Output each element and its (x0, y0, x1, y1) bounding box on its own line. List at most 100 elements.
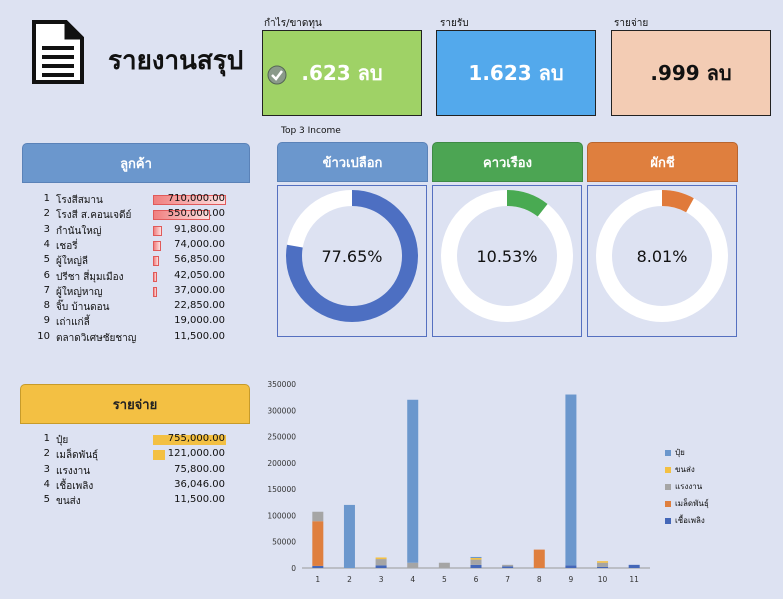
customer-value: 710,000.00 (167, 193, 225, 204)
bar-segment (565, 565, 577, 568)
legend-swatch (665, 500, 671, 507)
x-tick-label: 9 (569, 575, 574, 584)
top3-title: Top 3 Income (281, 126, 341, 136)
legend-label: เมล็ดพันธุ์ (675, 499, 709, 508)
customers-title: ลูกค้า (120, 156, 152, 172)
legend-item: แรงงาน (665, 478, 709, 495)
bar-segment (312, 565, 324, 568)
x-tick-label: 11 (629, 575, 639, 584)
expense-value: .999 ลบ (650, 61, 732, 85)
expense-rank: 2 (43, 448, 50, 460)
donut-panel-1: 77.65% (277, 185, 427, 337)
expenses-header: รายจ่าย (20, 384, 250, 424)
customer-row: 1 โรงสีสมาน 710,000.00 (28, 193, 228, 208)
customer-value: 11,500.00 (174, 330, 225, 342)
y-tick-label: 0 (291, 564, 296, 573)
expense-rank: 4 (43, 478, 50, 490)
legend-swatch (665, 517, 671, 524)
legend-item: เชื้อเพลิง (665, 512, 709, 529)
customer-name: โรงสีสมาน (56, 195, 103, 206)
customer-name: ผู้ใหญ่หาญ (56, 286, 103, 298)
report-title: รายงานสรุป (108, 46, 244, 76)
x-tick-label: 5 (442, 575, 447, 584)
bar-segment (343, 504, 355, 568)
customer-value: 37,000.00 (174, 284, 225, 296)
customer-row: 6 ปรีชา สี่มุมเมือง 42,050.00 (28, 270, 228, 285)
document-icon (32, 20, 84, 84)
top3-header-1: ข้าวเปลือก (277, 142, 428, 182)
legend-label: ปุ๋ย (675, 448, 685, 457)
x-tick-label: 6 (474, 575, 479, 584)
legend-swatch (665, 466, 671, 473)
expense-card: .999 ลบ (611, 30, 771, 116)
expense-name: เชื้อเพลิง (56, 480, 94, 492)
customer-rank: 2 (43, 208, 50, 220)
x-tick-label: 3 (379, 575, 384, 584)
legend-item: ขนส่ง (665, 461, 709, 478)
bar-segment (470, 556, 482, 559)
customers-header: ลูกค้า (22, 143, 250, 183)
customer-row: 2 โรงสี ส.คอนเจดีย์ 550,000.00 (28, 208, 228, 223)
bar-segment (502, 566, 514, 568)
expense-value: 11,500.00 (174, 494, 225, 506)
donut-percent: 77.65% (321, 247, 382, 266)
bar-segment (628, 564, 640, 568)
profit-card: .623 ลบ (262, 30, 422, 116)
customer-row: 10 ตลาดวิเศษชัยชาญ 11,500.00 (28, 331, 228, 346)
expense-name: แรงงาน (56, 465, 91, 477)
y-tick-label: 200000 (267, 459, 296, 468)
chart-legend: ปุ๋ยขนส่ง แรงงานเมล็ดพันธุ์เชื้อเพลิง (665, 444, 709, 529)
customer-row: 3 กำนันใหญ่ 91,800.00 (28, 224, 228, 239)
y-tick-label: 350000 (267, 380, 296, 389)
expense-row: 2 เมล็ดพันธุ์ 121,000.00 (28, 448, 228, 463)
customers-list: 1 โรงสีสมาน 710,000.00 2 โรงสี ส.คอนเจดีย์ 55… (28, 193, 250, 348)
legend-swatch (665, 483, 671, 490)
legend-item: ปุ๋ย (665, 444, 709, 461)
customer-name: ปรีชา สี่มุมเมือง (56, 271, 124, 283)
bar-segment (597, 561, 609, 563)
customer-name: เถ่าแก่ลี้ (56, 317, 90, 329)
expense-name: ขนส่ง (56, 496, 81, 508)
customer-rank: 10 (37, 330, 50, 342)
customer-value: 56,850.00 (174, 254, 225, 266)
x-tick-label: 10 (598, 575, 608, 584)
bar-segment (407, 562, 419, 568)
income-card: 1.623 ลบ (436, 30, 596, 116)
customer-name: กำนันใหญ่ (56, 225, 102, 237)
customer-row: 5 ผู้ใหญ่ลี 56,850.00 (28, 254, 228, 269)
customer-name: โรงสี ส.คอนเจดีย์ (56, 210, 132, 222)
bar-segment (597, 566, 609, 568)
donut-panel-3: 8.01% (587, 185, 737, 337)
top3-header-2: คาวเรือง (432, 142, 583, 182)
expense-rank: 5 (43, 494, 50, 506)
expense-value: 121,000.00 (167, 448, 225, 460)
expense-value: 36,046.00 (174, 478, 225, 490)
customer-value: 91,800.00 (174, 223, 225, 235)
y-tick-label: 50000 (272, 538, 296, 547)
bar-segment (312, 511, 324, 522)
top3-label-2: คาวเรือง (483, 155, 532, 171)
donut-percent: 8.01% (637, 247, 688, 266)
bar-segment (565, 394, 577, 566)
profit-value: .623 ลบ (301, 61, 383, 85)
y-tick-label: 150000 (267, 485, 296, 494)
donut-chart-3: 8.01% (596, 190, 728, 322)
customer-row: 7 ผู้ใหญ่หาญ 37,000.00 (28, 285, 228, 300)
customer-value: 550,000.00 (167, 208, 225, 220)
expense-value: 75,800.00 (174, 463, 225, 475)
top3-label-1: ข้าวเปลือก (322, 155, 383, 171)
expense-bar-chart: 0 50000 100000 150000 200000 250000 300000 3500… (267, 380, 650, 584)
customer-name: ตลาดวิเศษชัยชาญ (56, 332, 137, 344)
expense-rank: 3 (43, 463, 50, 475)
y-tick-label: 250000 (267, 433, 296, 442)
x-tick-label: 8 (537, 575, 542, 584)
y-tick-label: 100000 (267, 511, 296, 520)
customer-rank: 3 (43, 223, 50, 235)
top3-header-3: ผักชี (587, 142, 738, 182)
bar-segment (502, 564, 514, 567)
expense-row: 3 แรงงาน 75,800.00 (28, 464, 228, 479)
legend-swatch (665, 449, 671, 456)
top3-label-3: ผักชี (650, 155, 675, 171)
bar-segment (470, 558, 482, 560)
donut-chart-1: 77.65% (286, 190, 418, 322)
